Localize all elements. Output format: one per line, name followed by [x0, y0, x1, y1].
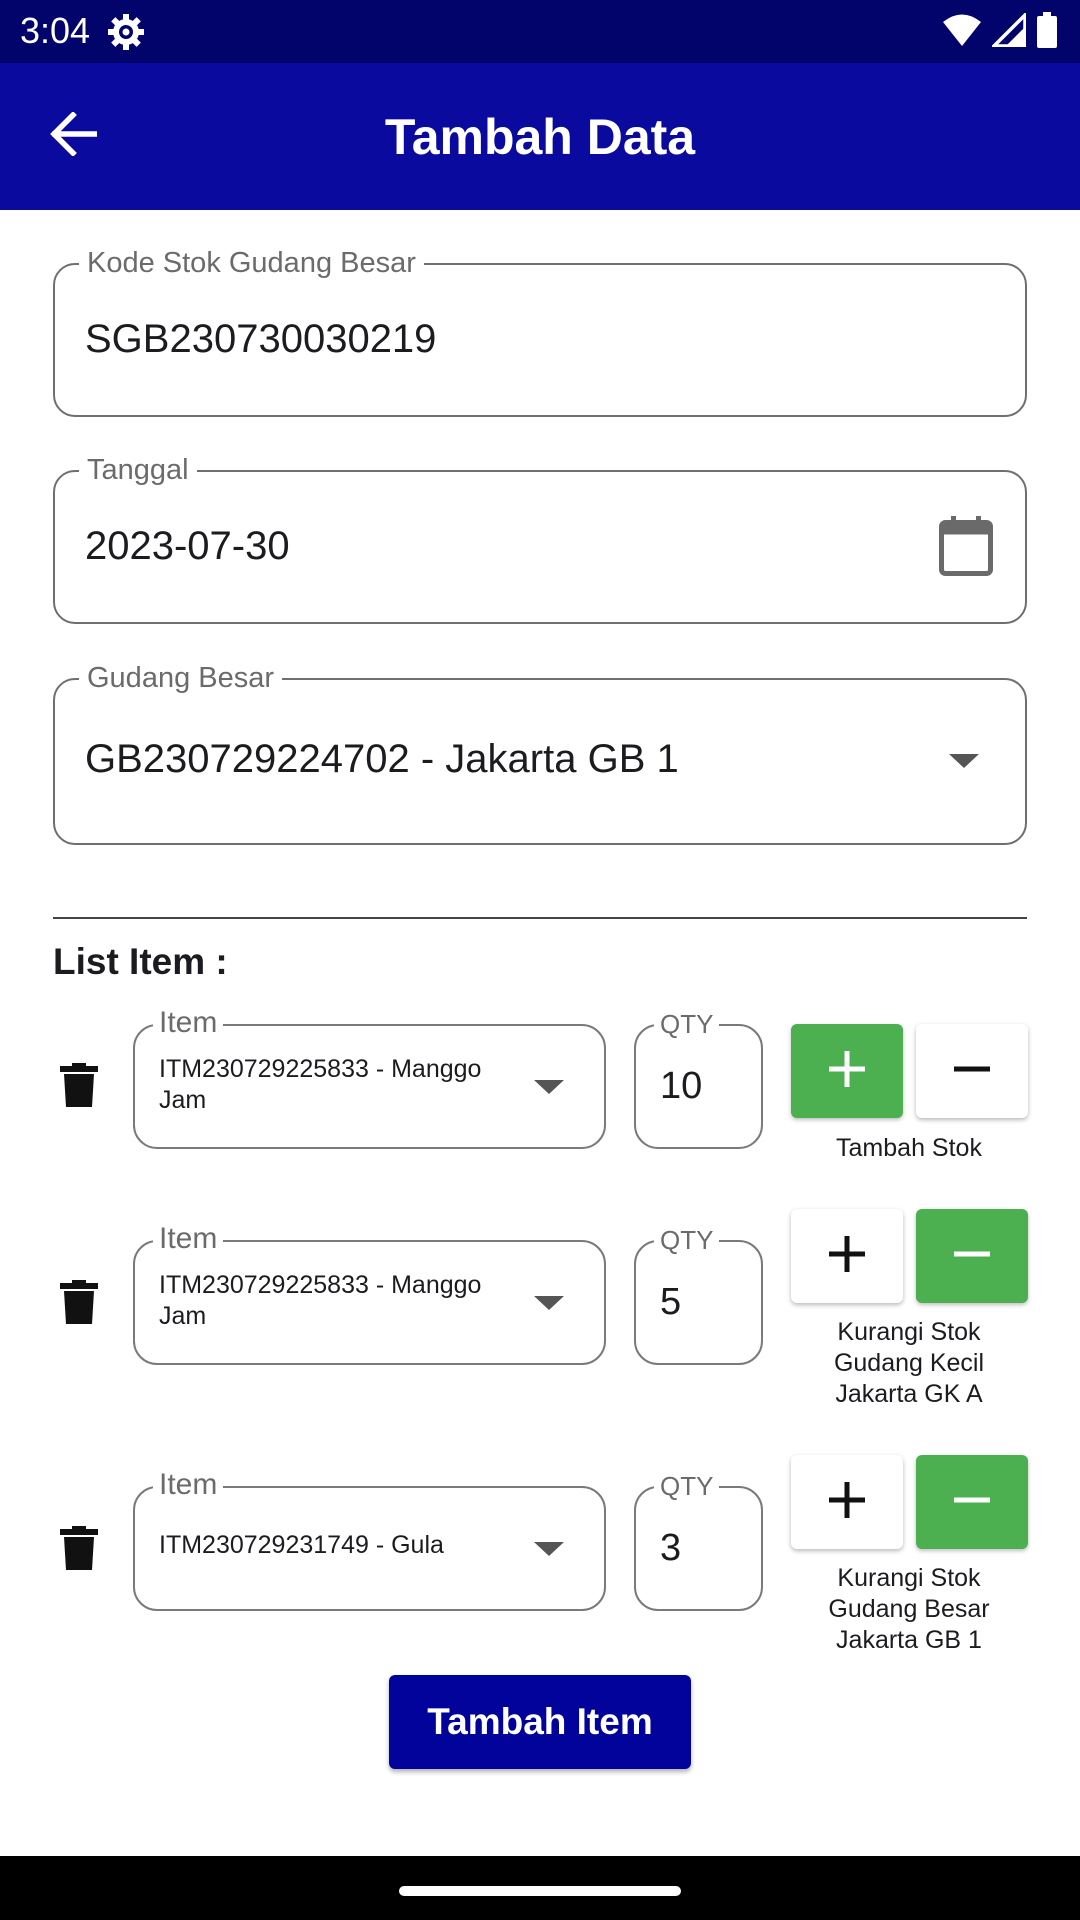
qty-input[interactable]: QTY 10 [634, 1009, 763, 1149]
gudang-besar-label: Gudang Besar [79, 661, 283, 695]
minus-icon [952, 1234, 992, 1279]
gudang-besar-value: GB230729224702 - Jakarta GB 1 [85, 737, 679, 781]
qty-label: QTY [654, 1225, 720, 1255]
add-stock-button[interactable] [791, 1455, 903, 1549]
status-time: 3:04 [20, 10, 91, 51]
plus-icon [827, 1049, 867, 1094]
kode-stok-label: Kode Stok Gudang Besar [79, 246, 424, 280]
tanggal-value: 2023-07-30 [85, 524, 290, 568]
item-value: ITM230729231749 - Gula [159, 1531, 444, 1559]
qty-input[interactable]: QTY 3 [634, 1471, 763, 1611]
dropdown-arrow-icon [534, 1080, 564, 1094]
dropdown-arrow-icon [949, 754, 979, 768]
qty-value: 3 [660, 1527, 682, 1569]
minus-icon [952, 1480, 992, 1525]
add-stock-button[interactable] [791, 1024, 903, 1118]
subtract-stock-button[interactable] [916, 1024, 1028, 1118]
page-title: Tambah Data [384, 109, 696, 165]
item-label: Item [153, 1222, 224, 1256]
tanggal-label: Tanggal [79, 453, 197, 487]
plus-icon [827, 1480, 867, 1525]
kode-stok-value: SGB230730030219 [85, 317, 437, 361]
add-item-button[interactable]: Tambah Item [389, 1675, 691, 1769]
kode-stok-field[interactable]: Kode Stok Gudang Besar SGB230730030219 [53, 246, 1027, 417]
delete-icon[interactable] [60, 1280, 98, 1324]
dropdown-arrow-icon [534, 1542, 564, 1556]
signal-icon [989, 10, 1027, 52]
gudang-besar-select[interactable]: Gudang Besar GB230729224702 - Jakarta GB… [53, 661, 1027, 845]
qty-label: QTY [654, 1009, 720, 1039]
tanggal-field[interactable]: Tanggal 2023-07-30 [53, 453, 1027, 624]
settings-icon [106, 12, 146, 57]
qty-value: 5 [660, 1281, 682, 1323]
item-value: ITM230729225833 - Manggo Jam [159, 1055, 482, 1114]
operation-caption: Kurangi Stok Gudang Kecil Jakarta GK A [833, 1318, 985, 1408]
home-handle[interactable] [399, 1886, 681, 1896]
minus-icon [952, 1049, 992, 1094]
item-select[interactable]: Item ITM230729225833 - Manggo Jam [133, 1222, 606, 1365]
dropdown-arrow-icon [534, 1296, 564, 1310]
item-label: Item [153, 1468, 224, 1502]
operation-caption: Tambah Stok [836, 1134, 982, 1162]
add-stock-button[interactable] [791, 1209, 903, 1303]
calendar-icon[interactable] [939, 516, 993, 581]
item-value: ITM230729225833 - Manggo Jam [159, 1271, 482, 1330]
qty-input[interactable]: QTY 5 [634, 1225, 763, 1365]
item-select[interactable]: Item ITM230729225833 - Manggo Jam [133, 1006, 606, 1149]
delete-icon[interactable] [60, 1063, 98, 1107]
battery-icon [1036, 12, 1058, 53]
plus-icon [827, 1234, 867, 1279]
operation-caption: Kurangi Stok Gudang Besar Jakarta GB 1 [828, 1564, 990, 1654]
wifi-icon [942, 13, 982, 52]
list-item-title: List Item : [53, 941, 228, 982]
app-bar: Tambah Data [0, 63, 1080, 210]
status-icons [942, 10, 1058, 53]
subtract-stock-button[interactable] [916, 1455, 1028, 1549]
status-bar: 3:04 [0, 0, 1080, 63]
qty-value: 10 [660, 1065, 703, 1107]
subtract-stock-button[interactable] [916, 1209, 1028, 1303]
item-label: Item [153, 1006, 224, 1040]
delete-icon[interactable] [60, 1526, 98, 1570]
navigation-bar [0, 1856, 1080, 1920]
divider [53, 917, 1027, 919]
qty-label: QTY [654, 1471, 720, 1501]
item-select[interactable]: Item ITM230729231749 - Gula [133, 1468, 606, 1611]
